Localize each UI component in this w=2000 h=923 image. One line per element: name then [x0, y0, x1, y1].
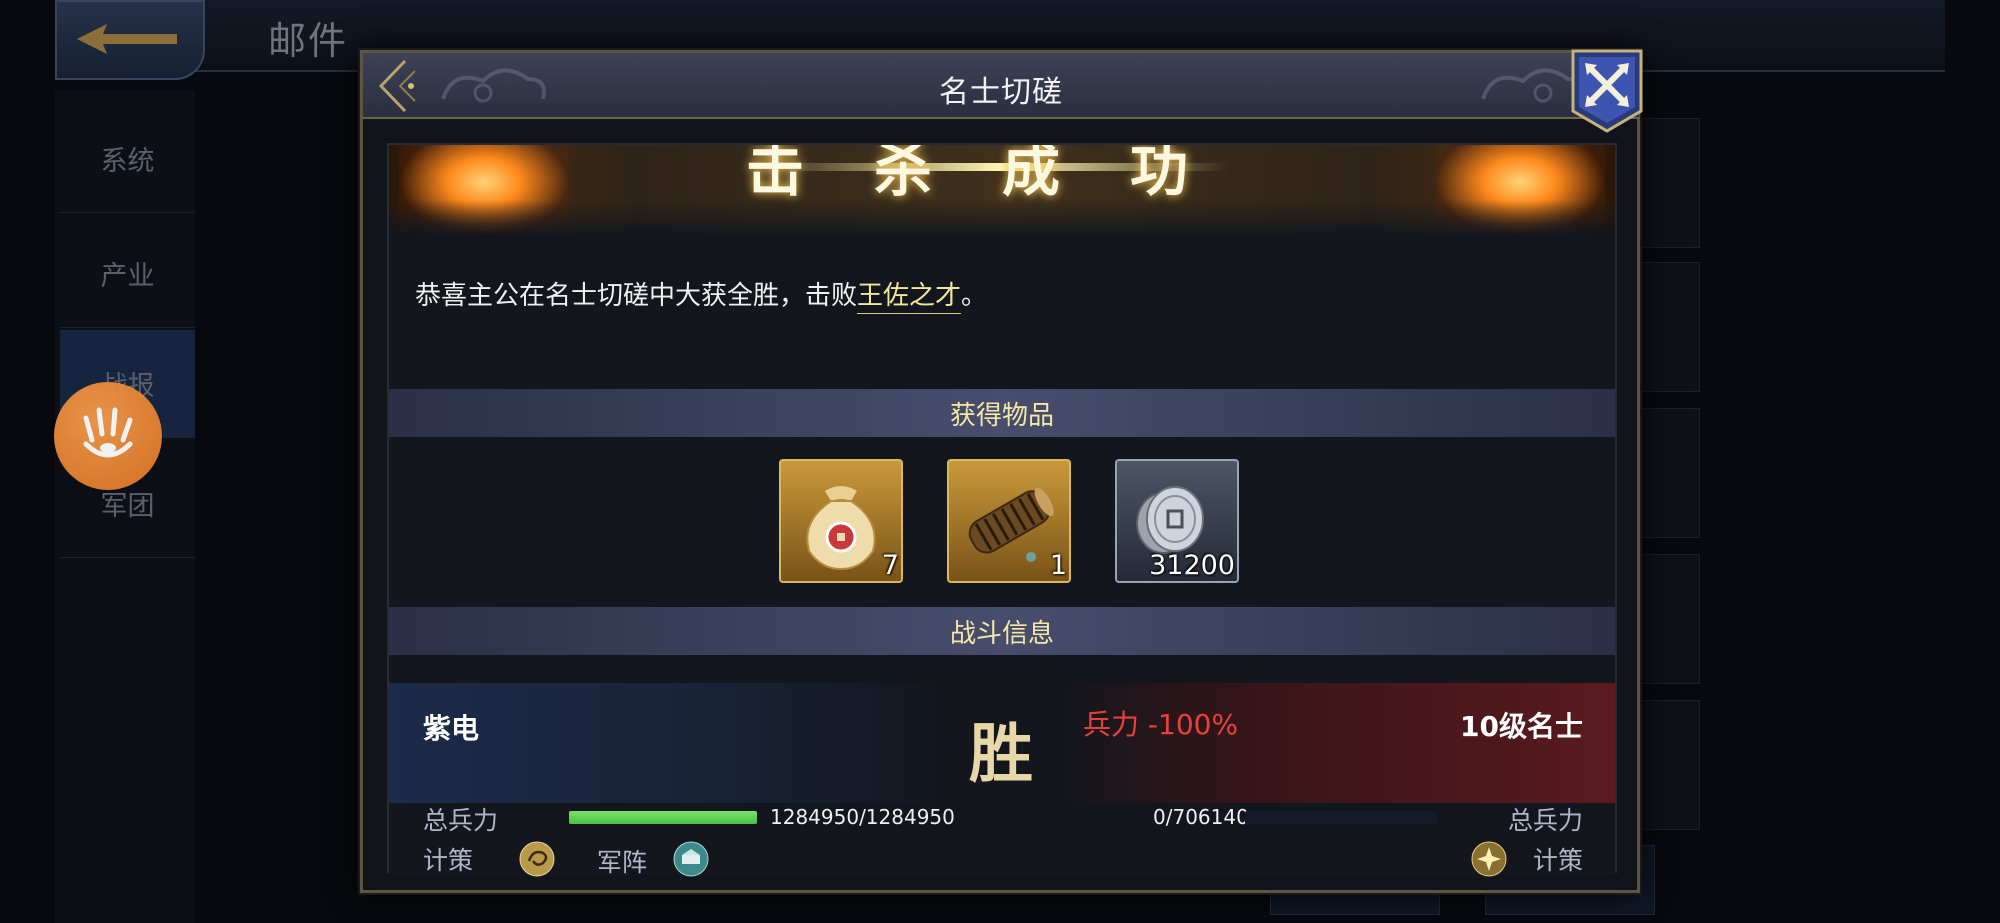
reward-item[interactable]: 31200 — [1115, 459, 1239, 583]
enemy-strategy-icon[interactable] — [1471, 841, 1507, 877]
tab-industry[interactable]: 产业 — [60, 220, 195, 328]
dialog-content: 击杀成功 恭喜主公在名士切磋中大获全胜，击败王佐之才。 获得物品 7 1 312… — [387, 143, 1617, 877]
background-list-item — [1640, 700, 1700, 830]
enemy-total-troops-label: 总兵力 — [1507, 806, 1583, 835]
screen-title: 邮件 — [268, 19, 349, 63]
player-troop-bar — [569, 811, 757, 824]
back-arrow-icon — [77, 24, 177, 54]
background-list-item — [1640, 554, 1700, 684]
formation-icon[interactable] — [673, 841, 709, 877]
rewards-header: 获得物品 — [389, 389, 1615, 437]
reward-item[interactable]: 1 — [947, 459, 1071, 583]
duel-result-dialog: 名士切磋 击杀成功 恭喜主公在名士切磋中大获全胜，击败王佐之才。 获得物品 7 … — [360, 49, 1643, 893]
player-troops-value: 1284950/1284950 — [770, 805, 955, 829]
reward-count: 31200 — [1149, 550, 1235, 581]
banner-shade — [389, 200, 1615, 237]
hand-icon — [83, 407, 133, 458]
reward-item[interactable]: 7 — [779, 459, 903, 583]
reward-count: 1 — [1049, 550, 1067, 581]
message-suffix: 。 — [961, 281, 988, 311]
battle-result: 胜 — [969, 717, 1033, 792]
close-icon[interactable] — [1571, 49, 1643, 133]
enemy-name: 10级名士 — [1460, 710, 1583, 743]
background-list-item — [1640, 118, 1700, 248]
tab-system[interactable]: 系统 — [60, 105, 195, 213]
enemy-troop-loss: 兵力 -100% — [1083, 708, 1239, 741]
back-button[interactable] — [55, 0, 205, 80]
enemy-troop-bar — [1245, 811, 1437, 824]
dialog-header: 名士切磋 — [363, 53, 1639, 119]
player-strategy-label: 计策 — [423, 846, 474, 875]
background-list-item — [1640, 408, 1700, 538]
formation-label: 军阵 — [597, 848, 648, 877]
victory-banner: 击杀成功 — [389, 145, 1615, 237]
rewards-list: 7 1 31200 — [389, 453, 1615, 583]
strategy-icon[interactable] — [519, 841, 555, 877]
enemy-troops-value: 0/706140 — [1153, 805, 1249, 829]
battle-info-header: 战斗信息 — [389, 607, 1615, 655]
reward-count: 7 — [881, 550, 899, 581]
player-total-troops-label: 总兵力 — [423, 806, 499, 835]
banner-title: 击杀成功 — [745, 145, 1258, 204]
victory-message: 恭喜主公在名士切磋中大获全胜，击败王佐之才。 — [415, 275, 988, 314]
floating-assistant-button[interactable] — [54, 382, 162, 490]
message-prefix: 恭喜主公在名士切磋中大获全胜，击败 — [415, 281, 858, 311]
battle-info-panel: 紫电 胜 兵力 -100% 10级名士 总兵力 1284950/1284950 … — [389, 683, 1615, 877]
dialog-title: 名士切磋 — [939, 75, 1063, 110]
background-list-item — [1640, 262, 1700, 392]
player-name: 紫电 — [423, 712, 480, 745]
enemy-strategy-label: 计策 — [1532, 846, 1583, 875]
defeated-enemy-name: 王佐之才 — [857, 281, 962, 314]
